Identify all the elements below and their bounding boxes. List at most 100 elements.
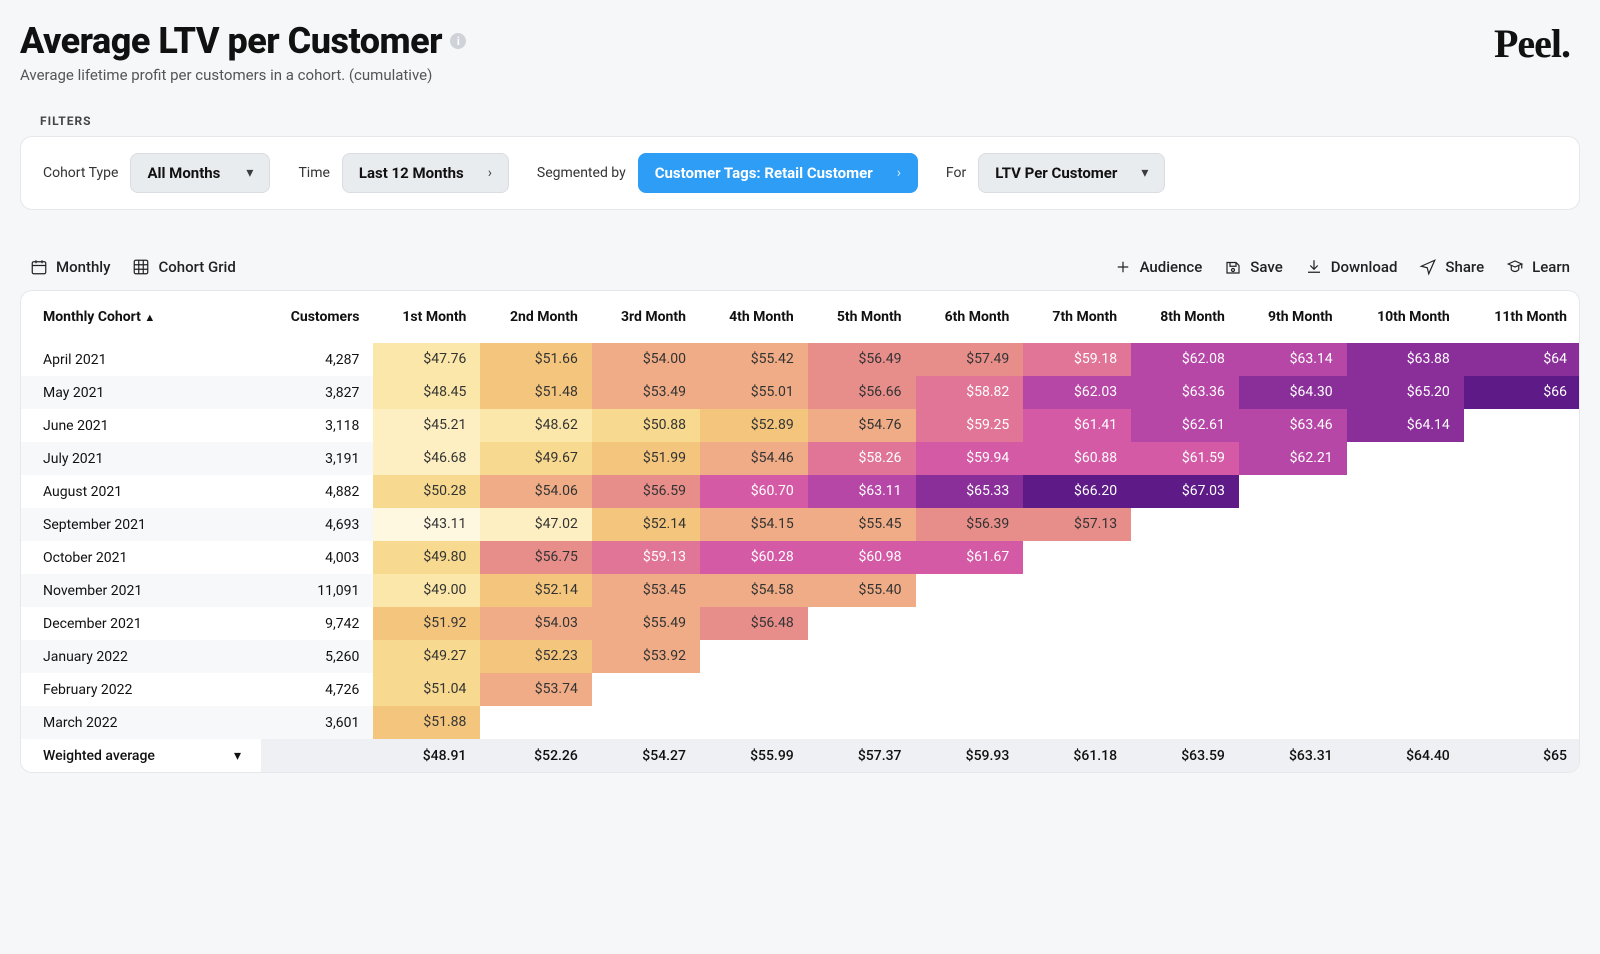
column-header[interactable]: 7th Month: [1023, 291, 1131, 343]
value-cell: [1464, 442, 1579, 475]
value-cell: [916, 706, 1024, 739]
value-cell: [700, 640, 808, 673]
value-cell: $50.28: [373, 475, 480, 508]
value-cell: [1464, 706, 1579, 739]
column-header[interactable]: 2nd Month: [480, 291, 591, 343]
chevron-down-icon: ▾: [234, 748, 241, 764]
value-cell: [592, 673, 700, 706]
column-header[interactable]: 6th Month: [916, 291, 1024, 343]
weighted-label-cell[interactable]: Weighted average▾: [21, 739, 261, 772]
time-select[interactable]: Last 12 Months ›: [342, 153, 509, 193]
monthly-button[interactable]: Monthly: [30, 258, 110, 276]
cohort-type-select[interactable]: All Months ▾: [130, 153, 270, 193]
column-header[interactable]: 3rd Month: [592, 291, 700, 343]
table-row: April 20214,287$47.76$51.66$54.00$55.42$…: [21, 343, 1579, 376]
save-icon: [1224, 258, 1242, 276]
column-header[interactable]: 5th Month: [808, 291, 916, 343]
cohort-label: October 2021: [21, 541, 261, 574]
cohort-label: January 2022: [21, 640, 261, 673]
column-header[interactable]: 4th Month: [700, 291, 808, 343]
value-cell: $63.36: [1131, 376, 1239, 409]
value-cell: [1023, 673, 1131, 706]
value-cell: $66.20: [1023, 475, 1131, 508]
table-head: Monthly Cohort ▲Customers1st Month2nd Mo…: [21, 291, 1579, 343]
value-cell: $51.88: [373, 706, 480, 739]
customers-cell: 3,827: [261, 376, 373, 409]
save-button[interactable]: Save: [1224, 258, 1282, 276]
value-cell: $56.59: [592, 475, 700, 508]
info-icon[interactable]: i: [450, 33, 466, 49]
value-cell: $64: [1464, 343, 1579, 376]
value-cell: [700, 673, 808, 706]
cohort-grid-label: Cohort Grid: [158, 258, 235, 276]
customers-cell: 3,601: [261, 706, 373, 739]
cohort-label: November 2021: [21, 574, 261, 607]
value-cell: $67.03: [1131, 475, 1239, 508]
value-cell: $52.14: [592, 508, 700, 541]
value-cell: $46.68: [373, 442, 480, 475]
value-cell: $55.01: [700, 376, 808, 409]
weighted-average-row: Weighted average▾$48.91$52.26$54.27$55.9…: [21, 739, 1579, 772]
column-header[interactable]: 1st Month: [373, 291, 480, 343]
value-cell: [1347, 706, 1464, 739]
value-cell: $60.88: [1023, 442, 1131, 475]
value-cell: $54.76: [808, 409, 916, 442]
customers-cell: 3,118: [261, 409, 373, 442]
value-cell: $47.76: [373, 343, 480, 376]
value-cell: $48.62: [480, 409, 591, 442]
value-cell: [1464, 673, 1579, 706]
value-cell: $47.02: [480, 508, 591, 541]
value-cell: $64.30: [1239, 376, 1347, 409]
time-value: Last 12 Months: [359, 164, 464, 182]
learn-button[interactable]: Learn: [1506, 258, 1570, 276]
value-cell: $57.49: [916, 343, 1024, 376]
audience-button[interactable]: Audience: [1114, 258, 1203, 276]
column-header[interactable]: Monthly Cohort ▲: [21, 291, 261, 343]
cohort-grid-button[interactable]: Cohort Grid: [132, 258, 235, 276]
value-cell: [1347, 475, 1464, 508]
value-cell: [1131, 541, 1239, 574]
value-cell: $59.94: [916, 442, 1024, 475]
value-cell: $49.67: [480, 442, 591, 475]
value-cell: [1464, 574, 1579, 607]
share-button[interactable]: Share: [1419, 258, 1484, 276]
table-row: June 20213,118$45.21$48.62$50.88$52.89$5…: [21, 409, 1579, 442]
value-cell: [1239, 574, 1347, 607]
table-row: July 20213,191$46.68$49.67$51.99$54.46$5…: [21, 442, 1579, 475]
value-cell: [1464, 508, 1579, 541]
chevron-right-icon: ›: [897, 165, 901, 181]
download-button[interactable]: Download: [1305, 258, 1398, 276]
value-cell: [1239, 475, 1347, 508]
cohort-label: September 2021: [21, 508, 261, 541]
cohort-label: April 2021: [21, 343, 261, 376]
column-header[interactable]: 10th Month: [1347, 291, 1464, 343]
value-cell: [1347, 640, 1464, 673]
column-header[interactable]: 8th Month: [1131, 291, 1239, 343]
value-cell: $48.45: [373, 376, 480, 409]
value-cell: $59.25: [916, 409, 1024, 442]
value-cell: $64.14: [1347, 409, 1464, 442]
filter-for-label: For: [946, 165, 966, 181]
for-select[interactable]: LTV Per Customer ▾: [978, 153, 1165, 193]
weighted-value-cell: $59.93: [916, 739, 1024, 772]
value-cell: [1131, 673, 1239, 706]
value-cell: $57.13: [1023, 508, 1131, 541]
customers-cell: 5,260: [261, 640, 373, 673]
table-row: March 20223,601$51.88: [21, 706, 1579, 739]
value-cell: $60.28: [700, 541, 808, 574]
customers-cell: 4,726: [261, 673, 373, 706]
table-row: September 20214,693$43.11$47.02$52.14$54…: [21, 508, 1579, 541]
value-cell: [1023, 541, 1131, 574]
save-label: Save: [1250, 258, 1282, 276]
column-header[interactable]: Customers: [261, 291, 373, 343]
value-cell: $54.58: [700, 574, 808, 607]
segmented-select[interactable]: Customer Tags: Retail Customer ›: [638, 153, 918, 193]
column-header[interactable]: 11th Month: [1464, 291, 1579, 343]
filter-for: For LTV Per Customer ▾: [946, 153, 1166, 193]
value-cell: [808, 673, 916, 706]
value-cell: [1347, 574, 1464, 607]
customers-cell: 9,742: [261, 607, 373, 640]
value-cell: $49.00: [373, 574, 480, 607]
table-scroll[interactable]: Monthly Cohort ▲Customers1st Month2nd Mo…: [21, 291, 1579, 772]
column-header[interactable]: 9th Month: [1239, 291, 1347, 343]
